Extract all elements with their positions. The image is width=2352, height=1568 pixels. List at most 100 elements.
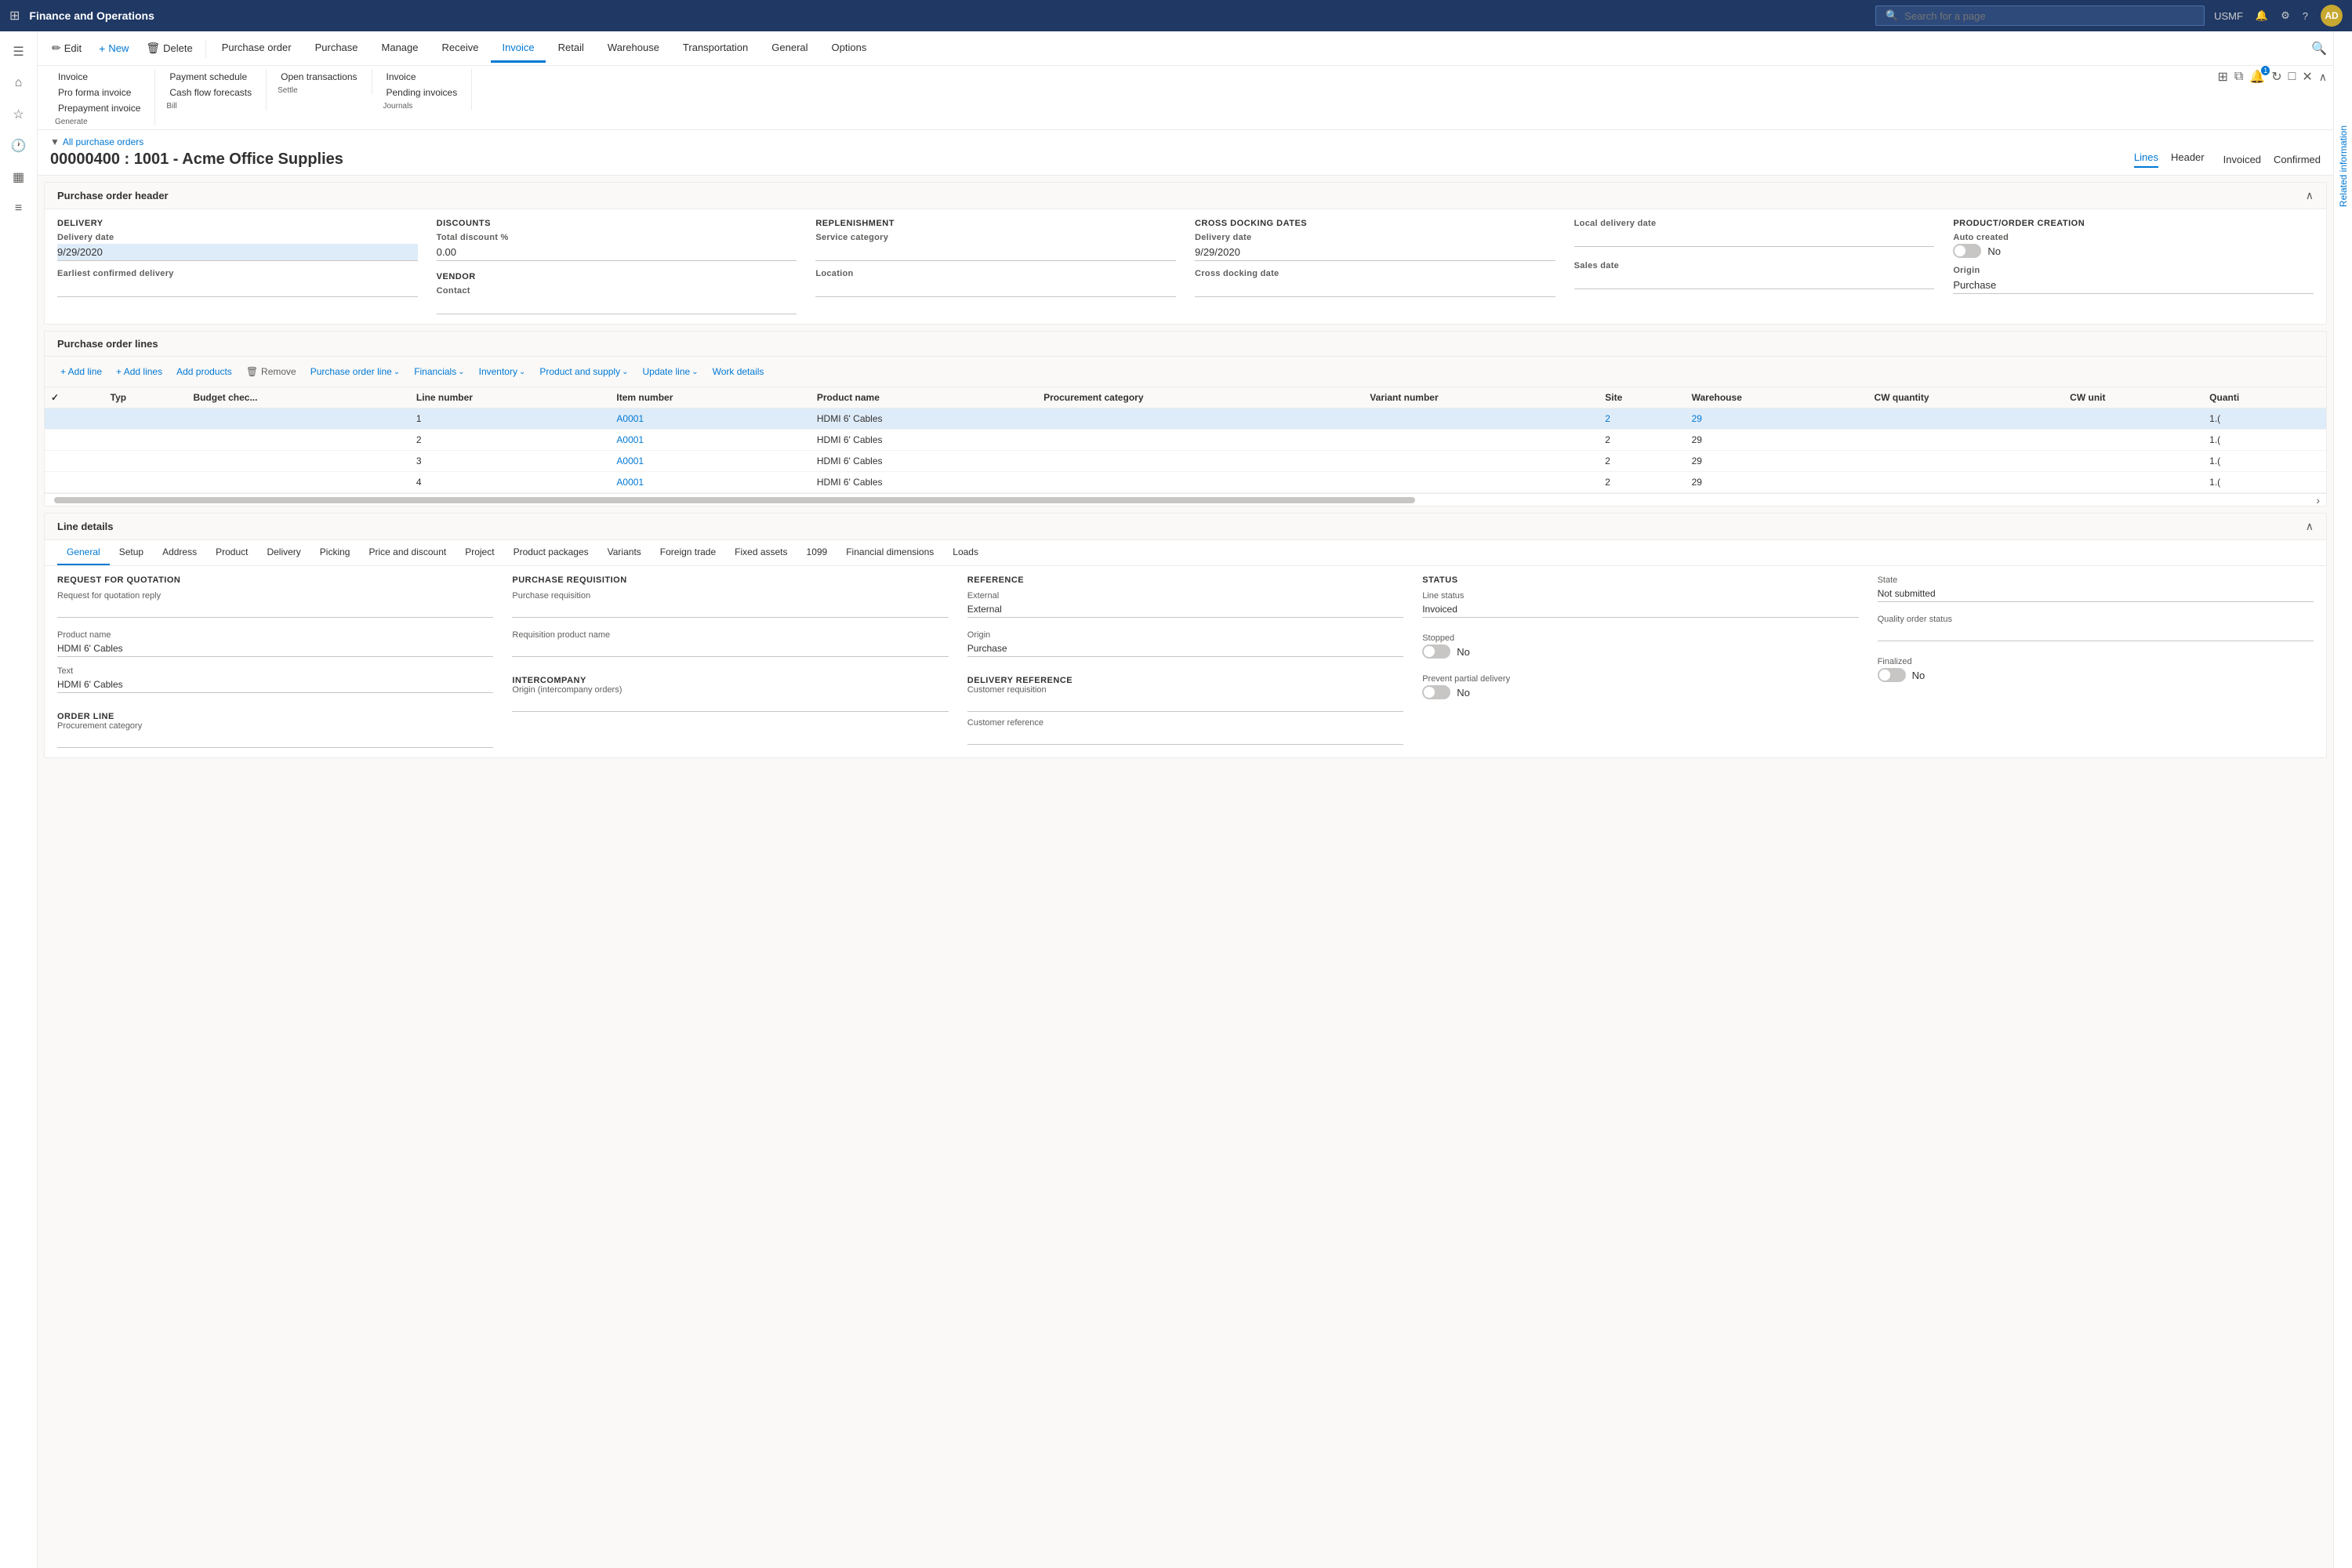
text-ld-value[interactable]: HDMI 6' Cables xyxy=(57,677,493,693)
tab-general[interactable]: General xyxy=(760,34,818,63)
col-cw-qty[interactable]: CW quantity xyxy=(1868,387,2064,408)
rfq-reply-value[interactable] xyxy=(57,602,493,618)
col-variant[interactable]: Variant number xyxy=(1363,387,1599,408)
ld-tab-project[interactable]: Project xyxy=(456,540,503,565)
new-button[interactable]: + New xyxy=(91,38,136,60)
ribbon-pro-forma[interactable]: Pro forma invoice xyxy=(53,85,145,100)
cross-delivery-date-value[interactable]: 9/29/2020 xyxy=(1195,244,1555,261)
table-row[interactable]: 2 A0001 HDMI 6' Cables 2 29 1.( xyxy=(45,430,2326,451)
tab-manage[interactable]: Manage xyxy=(371,34,430,63)
ribbon-refresh-icon[interactable]: ↻ xyxy=(2271,69,2281,85)
scroll-right-icon[interactable]: › xyxy=(2316,494,2320,506)
product-name-ld-value[interactable]: HDMI 6' Cables xyxy=(57,641,493,657)
state-value[interactable]: Not submitted xyxy=(1878,586,2314,602)
ld-tab-1099[interactable]: 1099 xyxy=(797,540,837,565)
ribbon-favorites-icon[interactable]: ⊞ xyxy=(2218,69,2228,85)
table-row[interactable]: 4 A0001 HDMI 6' Cables 2 29 1.( xyxy=(45,472,2326,493)
financials-dropdown[interactable]: Financials ⌄ xyxy=(408,363,470,380)
table-row[interactable]: 1 A0001 HDMI 6' Cables 2 29 1.( xyxy=(45,408,2326,430)
tab-header[interactable]: Header xyxy=(2171,151,2205,168)
sidebar-recent[interactable]: 🕐 xyxy=(5,132,33,160)
ld-tab-fixed-assets[interactable]: Fixed assets xyxy=(725,540,797,565)
ld-tab-address[interactable]: Address xyxy=(153,540,206,565)
ld-tab-variants[interactable]: Variants xyxy=(598,540,651,565)
ribbon-prepayment[interactable]: Prepayment invoice xyxy=(53,100,145,116)
sidebar-bookmark[interactable]: ☆ xyxy=(5,100,33,129)
auto-created-toggle-track[interactable] xyxy=(1953,244,1981,258)
ribbon-collapse-icon[interactable]: ∧ xyxy=(2319,71,2327,84)
tab-receive[interactable]: Receive xyxy=(431,34,490,63)
ribbon-cashflow-forecasts[interactable]: Cash flow forecasts xyxy=(165,85,256,100)
inventory-dropdown[interactable]: Inventory ⌄ xyxy=(473,363,532,380)
ld-tab-financial-dims[interactable]: Financial dimensions xyxy=(837,540,943,565)
ribbon-pending-invoices[interactable]: Pending invoices xyxy=(382,85,463,100)
search-input[interactable] xyxy=(1904,10,2194,22)
tab-retail[interactable]: Retail xyxy=(547,34,595,63)
col-cw-unit[interactable]: CW unit xyxy=(2063,387,2203,408)
tab-warehouse[interactable]: Warehouse xyxy=(597,34,670,63)
table-row[interactable]: 3 A0001 HDMI 6' Cables 2 29 1.( xyxy=(45,451,2326,472)
breadcrumb[interactable]: ▼ All purchase orders xyxy=(50,136,2321,147)
table-scrollbar[interactable]: › xyxy=(45,493,2326,506)
col-procurement-cat[interactable]: Procurement category xyxy=(1037,387,1363,408)
tab-transportation[interactable]: Transportation xyxy=(672,34,759,63)
ribbon-payment-schedule[interactable]: Payment schedule xyxy=(165,69,256,85)
external-value[interactable]: External xyxy=(967,602,1403,618)
origin-value[interactable]: Purchase xyxy=(1953,277,2314,294)
tab-purchase[interactable]: Purchase xyxy=(304,34,369,63)
line-details-collapse-icon[interactable]: ∧ xyxy=(2306,520,2314,533)
prevent-partial-toggle-track[interactable] xyxy=(1422,685,1450,699)
req-product-name-value[interactable] xyxy=(512,641,948,657)
ribbon-save-icon[interactable]: □ xyxy=(2288,70,2296,84)
edit-button[interactable]: ✏ Edit xyxy=(44,37,89,60)
col-quantity[interactable]: Quanti xyxy=(2203,387,2326,408)
col-item-number[interactable]: Item number xyxy=(610,387,810,408)
ld-tab-product-packages[interactable]: Product packages xyxy=(504,540,598,565)
col-line-number[interactable]: Line number xyxy=(410,387,610,408)
cell-item-number[interactable]: A0001 xyxy=(610,430,810,451)
tab-lines[interactable]: Lines xyxy=(2134,151,2158,168)
search-bar[interactable]: 🔍 xyxy=(1875,5,2205,26)
po-header-collapse-icon[interactable]: ∧ xyxy=(2306,189,2314,202)
work-details-button[interactable]: Work details xyxy=(706,363,771,380)
ribbon-badge-icon[interactable]: 🔔1 xyxy=(2249,69,2265,85)
gear-icon[interactable]: ⚙ xyxy=(2281,9,2290,22)
sidebar-hamburger[interactable]: ☰ xyxy=(5,38,33,66)
update-line-dropdown[interactable]: Update line ⌄ xyxy=(636,363,704,380)
product-supply-dropdown[interactable]: Product and supply ⌄ xyxy=(533,363,634,380)
finalized-toggle-track[interactable] xyxy=(1878,668,1906,682)
add-products-button[interactable]: Add products xyxy=(170,363,238,380)
ld-tab-price-discount[interactable]: Price and discount xyxy=(359,540,456,565)
ribbon-copy-icon[interactable]: ⧉ xyxy=(2234,70,2243,84)
col-budget[interactable]: Budget chec... xyxy=(187,387,409,408)
app-grid-icon[interactable]: ⊞ xyxy=(9,8,20,24)
ld-tab-picking[interactable]: Picking xyxy=(310,540,360,565)
delete-button[interactable]: 🗑 Delete xyxy=(138,37,200,60)
purchase-req-value[interactable] xyxy=(512,602,948,618)
line-status-value[interactable]: Invoiced xyxy=(1422,602,1858,618)
ld-tab-product[interactable]: Product xyxy=(206,540,257,565)
tab-options[interactable]: Options xyxy=(821,34,878,63)
ld-tab-delivery[interactable]: Delivery xyxy=(257,540,310,565)
cell-item-number[interactable]: A0001 xyxy=(610,408,810,430)
cell-item-number[interactable]: A0001 xyxy=(610,451,810,472)
purchase-order-line-dropdown[interactable]: Purchase order line ⌄ xyxy=(304,363,406,380)
ld-tab-loads[interactable]: Loads xyxy=(943,540,988,565)
tab-purchase-order[interactable]: Purchase order xyxy=(211,34,303,63)
total-discount-value[interactable]: 0.00 xyxy=(437,244,797,261)
add-lines-button[interactable]: + Add lines xyxy=(110,363,169,380)
delivery-date-value[interactable]: 9/29/2020 xyxy=(57,244,418,261)
ribbon-close-icon[interactable]: ✕ xyxy=(2302,69,2312,85)
user-avatar[interactable]: AD xyxy=(2321,5,2343,27)
help-icon[interactable]: ? xyxy=(2303,10,2308,22)
ld-tab-general[interactable]: General xyxy=(57,540,110,565)
bell-icon[interactable]: 🔔 xyxy=(2256,9,2268,22)
ribbon-open-transactions[interactable]: Open transactions xyxy=(276,69,361,85)
stopped-toggle-track[interactable] xyxy=(1422,644,1450,659)
customer-req-value[interactable] xyxy=(967,696,1403,712)
sidebar-workspaces[interactable]: ▦ xyxy=(5,163,33,191)
col-product-name[interactable]: Product name xyxy=(811,387,1037,408)
tab-invoice[interactable]: Invoice xyxy=(491,34,545,63)
sidebar-home[interactable]: ⌂ xyxy=(5,69,33,97)
col-warehouse[interactable]: Warehouse xyxy=(1686,387,1868,408)
